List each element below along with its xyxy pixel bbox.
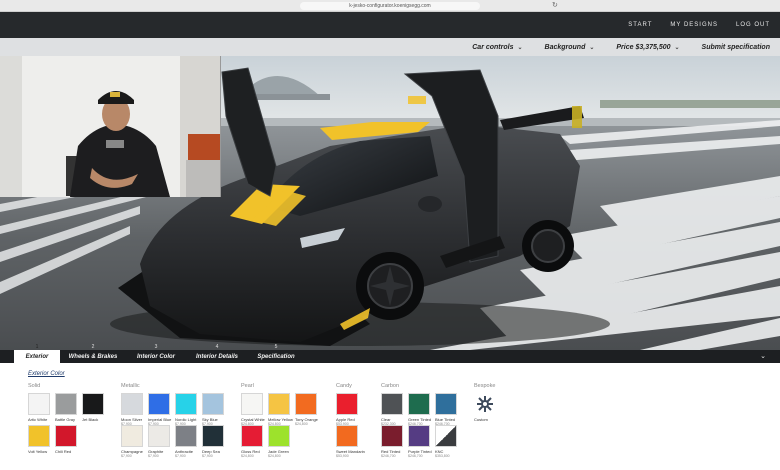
- swatch-name: Battle Gray: [55, 417, 76, 422]
- config-tabs: 1 Exterior 2 Wheels & Brakes 3 Interior …: [0, 344, 780, 363]
- color-group-label: Carbon: [381, 383, 400, 389]
- color-swatch[interactable]: [408, 393, 430, 415]
- swatch-name: Jet Black: [82, 417, 99, 422]
- swatch-price: $24,800: [295, 422, 308, 426]
- tab-label: Interior Details: [195, 353, 238, 360]
- color-group-label: Solid: [28, 383, 41, 389]
- tab-label: Exterior: [25, 353, 49, 360]
- swatch-name: Chili Red: [55, 449, 72, 454]
- webcam-overlay: [0, 56, 221, 197]
- tab-label: Interior Color: [136, 353, 175, 360]
- swatch-price: $24,800: [268, 454, 281, 458]
- tab-exterior[interactable]: 1 Exterior: [14, 344, 60, 363]
- tab-number: 1: [35, 344, 39, 350]
- swatch-price: $7,900: [175, 454, 186, 458]
- color-swatch[interactable]: [202, 425, 224, 447]
- color-swatch[interactable]: [55, 425, 77, 447]
- color-swatch[interactable]: [435, 393, 457, 415]
- swatch-name: Artic White: [28, 417, 48, 422]
- chevron-down-icon: ⌄: [674, 44, 680, 51]
- car-controls-label: Car controls: [472, 43, 514, 51]
- swatch-price: $7,900: [121, 454, 132, 458]
- car-controls-menu[interactable]: Car controls ⌄: [472, 44, 522, 51]
- price-menu[interactable]: Price $3,375,500 ⌄: [616, 44, 679, 51]
- color-group-label: Bespoke: [474, 383, 496, 389]
- tab-specification[interactable]: 5 Specification: [248, 344, 304, 363]
- nav-start[interactable]: START: [628, 22, 652, 28]
- swatch-price: $7,900: [148, 454, 159, 458]
- swatch-name: Custom: [474, 417, 488, 422]
- tab-wheels-brakes[interactable]: 2 Wheels & Brakes: [62, 344, 124, 363]
- swatch-price: $53,900: [336, 454, 349, 458]
- chevron-down-icon: ⌄: [517, 44, 523, 51]
- color-swatch[interactable]: [381, 425, 403, 447]
- nav-my-designs[interactable]: MY DESIGNS: [670, 22, 718, 28]
- color-swatch[interactable]: [148, 393, 170, 415]
- configurator-screen: k-jesko-configurator.koenigsegg.com ↻ ST…: [0, 0, 780, 470]
- color-swatch[interactable]: [28, 425, 50, 447]
- panel-title: Exterior Color: [28, 371, 65, 377]
- swatch-price: $246,700: [408, 454, 423, 458]
- color-swatch[interactable]: [241, 393, 263, 415]
- tab-interior-color[interactable]: 3 Interior Color: [126, 344, 186, 363]
- color-swatch[interactable]: [435, 425, 457, 447]
- color-swatch[interactable]: [202, 393, 224, 415]
- color-group-label: Pearl: [241, 383, 254, 389]
- swatch-name: Volt Yellow: [28, 449, 48, 454]
- presenter-video: [0, 56, 220, 197]
- exterior-color-panel: Exterior Color Solid Artic White Battle Gr…: [0, 363, 780, 470]
- tab-number: 3: [154, 344, 158, 350]
- color-swatch[interactable]: [121, 393, 143, 415]
- swatch-price: $7,900: [202, 454, 213, 458]
- nav-log-out[interactable]: LOG OUT: [736, 22, 770, 28]
- color-swatch[interactable]: [121, 425, 143, 447]
- chevron-down-icon: ⌄: [589, 44, 595, 51]
- color-group-label: Candy: [336, 383, 352, 389]
- submit-specification-label: Submit specification: [701, 43, 770, 51]
- top-nav: START MY DESIGNS LOG OUT: [628, 12, 770, 38]
- color-swatch[interactable]: [55, 393, 77, 415]
- color-swatch[interactable]: [408, 425, 430, 447]
- color-swatch[interactable]: [148, 425, 170, 447]
- color-swatch[interactable]: [295, 393, 317, 415]
- bespoke-color-icon[interactable]: [474, 393, 496, 415]
- car-viewport[interactable]: [0, 56, 780, 350]
- color-swatch[interactable]: [241, 425, 263, 447]
- swatch-price: $246,700: [381, 454, 396, 458]
- reload-icon[interactable]: ↻: [552, 2, 558, 10]
- background-label: Background: [544, 43, 586, 51]
- swatch-price: $24,800: [241, 454, 254, 458]
- tab-number: 5: [274, 344, 278, 350]
- configurator-menu: Car controls ⌄ Background ⌄ Price $3,375…: [0, 38, 780, 56]
- address-bar[interactable]: k-jesko-configurator.koenigsegg.com: [300, 2, 480, 10]
- color-swatch[interactable]: [381, 393, 403, 415]
- color-swatch[interactable]: [336, 425, 358, 447]
- color-swatch[interactable]: [336, 393, 358, 415]
- submit-specification-button[interactable]: Submit specification: [702, 44, 770, 51]
- tab-label: Wheels & Brakes: [68, 353, 118, 360]
- browser-toolbar: k-jesko-configurator.koenigsegg.com ↻: [0, 0, 780, 12]
- color-swatch[interactable]: [175, 393, 197, 415]
- color-swatch[interactable]: [82, 393, 104, 415]
- tab-label: Specification: [257, 353, 295, 360]
- color-swatch[interactable]: [28, 393, 50, 415]
- site-header: START MY DESIGNS LOG OUT: [0, 12, 780, 38]
- tab-number: 4: [215, 344, 219, 350]
- color-swatch[interactable]: [268, 393, 290, 415]
- swatch-price: $353,800: [435, 454, 450, 458]
- price-label: Price $3,375,500: [616, 43, 671, 51]
- background-menu[interactable]: Background ⌄: [545, 44, 595, 51]
- tab-interior-details[interactable]: 4 Interior Details: [188, 344, 246, 363]
- color-swatch[interactable]: [175, 425, 197, 447]
- tab-number: 2: [91, 344, 95, 350]
- color-swatch[interactable]: [268, 425, 290, 447]
- color-group-label: Metallic: [121, 383, 140, 389]
- collapse-panel-icon[interactable]: ⌄: [760, 350, 766, 363]
